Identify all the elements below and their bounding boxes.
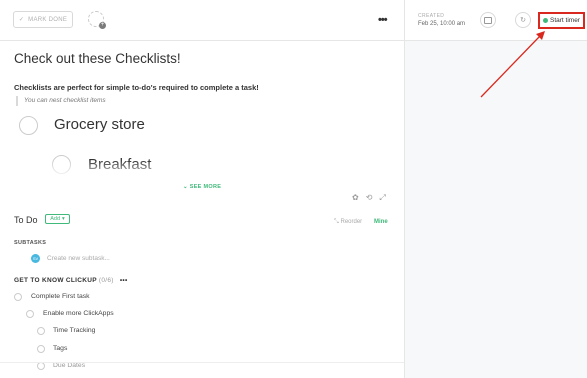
- new-subtask-input[interactable]: Create new subtask...: [47, 255, 110, 262]
- avatar: SV: [31, 254, 40, 263]
- checkbox[interactable]: [26, 310, 34, 318]
- checklist-row[interactable]: Enable more ClickApps: [43, 310, 114, 317]
- checkbox[interactable]: [37, 327, 45, 335]
- add-dropdown-button[interactable]: Add ▾: [45, 214, 70, 224]
- checklist-row[interactable]: Due Dates: [53, 362, 85, 369]
- checklist-row[interactable]: Tags: [53, 345, 67, 352]
- checklist-title[interactable]: GET TO KNOW CLICKUP (0/6) •••: [14, 277, 128, 284]
- reorder-icon: ⤡: [334, 219, 339, 225]
- task-title[interactable]: Check out these Checklists!: [14, 51, 181, 66]
- checklist-count: (0/6): [98, 277, 114, 284]
- description-fade: [0, 160, 404, 180]
- description-quote: You can nest checklist items: [16, 96, 106, 106]
- checkbox[interactable]: [37, 362, 45, 370]
- chevron-down-icon: ⌄: [183, 184, 188, 190]
- subtasks-label: SUBTASKS: [14, 240, 47, 246]
- chevron-down-icon: ▾: [62, 216, 65, 222]
- description-heading: Checklists are perfect for simple to-do'…: [14, 83, 259, 92]
- see-more-link[interactable]: ⌄ SEE MORE: [183, 184, 221, 190]
- checklist-row[interactable]: Complete First task: [31, 293, 90, 300]
- checkbox[interactable]: [14, 293, 22, 301]
- bottom-divider: [0, 362, 404, 363]
- todo-heading: To Do: [14, 215, 38, 225]
- checklist-menu-icon[interactable]: •••: [120, 277, 128, 284]
- mine-filter[interactable]: Mine: [374, 219, 388, 225]
- checklist-row[interactable]: Time Tracking: [53, 327, 95, 334]
- checkbox[interactable]: [19, 116, 38, 135]
- checkbox[interactable]: [37, 345, 45, 353]
- description-tools: ✿ ⟲ ⤢: [352, 193, 386, 203]
- expand-icon[interactable]: ⤢: [379, 193, 385, 203]
- reorder-button[interactable]: ⤡ Reorder: [334, 219, 362, 226]
- palette-icon[interactable]: ✿: [352, 193, 359, 203]
- history-icon[interactable]: ⟲: [366, 193, 373, 203]
- checklist-item: Grocery store: [54, 116, 145, 133]
